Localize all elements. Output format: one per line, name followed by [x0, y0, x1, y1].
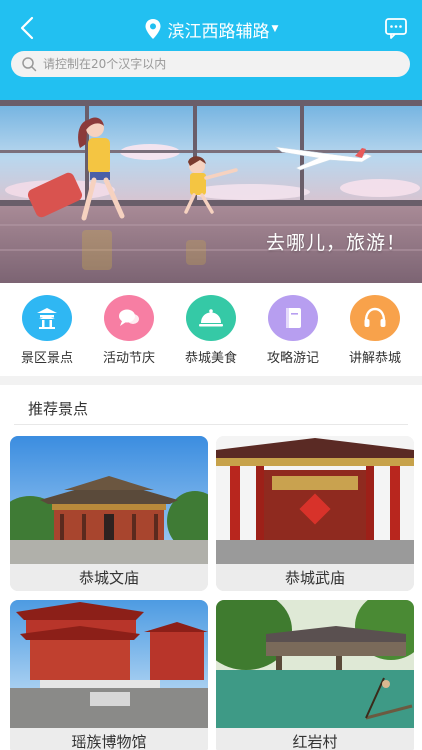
attraction-photo [10, 436, 208, 564]
attraction-card[interactable]: 红岩村 [216, 600, 414, 750]
section-underline [14, 424, 408, 425]
attraction-card[interactable]: 瑶族博物馆 [10, 600, 208, 750]
category-label: 讲解恭城 [348, 351, 401, 366]
search-icon [22, 57, 37, 72]
category-festivals[interactable]: 活动节庆 [89, 295, 169, 375]
attraction-card[interactable]: 恭城武庙 [216, 436, 414, 591]
chat-bubble-icon [104, 295, 154, 341]
attraction-name: 恭城武庙 [216, 564, 414, 591]
chevron-down-icon: ▼ [271, 24, 279, 34]
category-label: 恭城美食 [184, 351, 237, 366]
banner-illustration [0, 100, 422, 283]
message-icon[interactable] [384, 16, 408, 40]
section-title: 推荐景点 [28, 400, 89, 418]
banner-carousel[interactable]: 去哪儿，旅游！ [0, 100, 422, 283]
top-header: 滨江西路辅路 ▼ [0, 0, 422, 100]
category-scenic-spots[interactable]: 景区景点 [7, 295, 87, 375]
search-input[interactable] [43, 57, 383, 71]
category-label: 景区景点 [20, 351, 73, 366]
location-pin-icon [145, 19, 161, 39]
category-label: 活动节庆 [102, 351, 155, 366]
headphones-icon [350, 295, 400, 341]
category-audio-guide[interactable]: 讲解恭城 [335, 295, 415, 375]
attraction-photo [10, 600, 208, 728]
attraction-name: 瑶族博物馆 [10, 728, 208, 750]
attraction-photo [216, 436, 414, 564]
category-nav: 景区景点 活动节庆 恭城美食 攻略游记 讲解恭城 [0, 283, 422, 375]
attraction-photo [216, 600, 414, 728]
attraction-name: 恭城文庙 [10, 564, 208, 591]
banner-slogan: 去哪儿，旅游！ [265, 232, 406, 254]
food-cloche-icon [186, 295, 236, 341]
book-icon [268, 295, 318, 341]
attraction-name: 红岩村 [216, 728, 414, 750]
location-name: 滨江西路辅路 [167, 21, 270, 42]
category-guides[interactable]: 攻略游记 [253, 295, 333, 375]
section-divider [0, 376, 422, 385]
location-selector[interactable]: 滨江西路辅路 ▼ [0, 14, 422, 44]
category-food[interactable]: 恭城美食 [171, 295, 251, 375]
attraction-card[interactable]: 恭城文庙 [10, 436, 208, 591]
search-bar[interactable] [11, 51, 410, 77]
temple-icon [22, 295, 72, 341]
category-label: 攻略游记 [266, 351, 319, 366]
